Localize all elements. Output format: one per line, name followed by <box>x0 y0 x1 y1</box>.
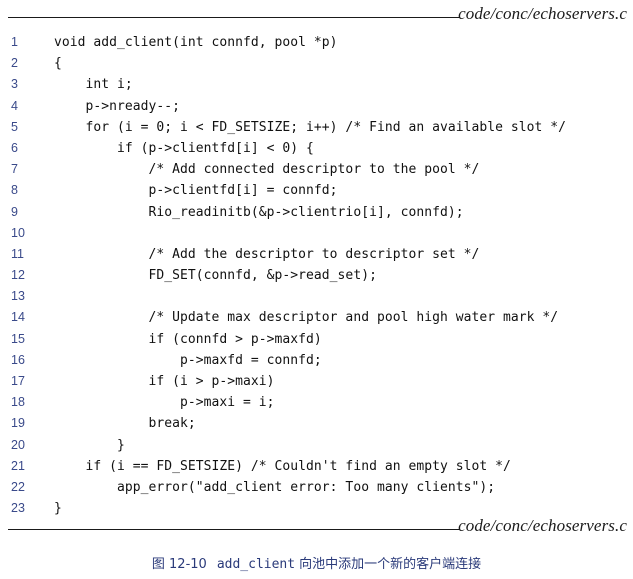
code-line: 4 p->nready--; <box>0 96 633 117</box>
code-text: { <box>54 56 62 72</box>
code-line: 19 break; <box>0 413 633 434</box>
code-line: 6 if (p->clientfd[i] < 0) { <box>0 138 633 159</box>
code-text: if (connfd > p->maxfd) <box>54 331 322 347</box>
code-text: /* Add the descriptor to descriptor set … <box>54 246 480 262</box>
line-number: 20 <box>11 437 25 452</box>
code-line: 2{ <box>0 53 633 74</box>
caption-function-name: add_client <box>216 557 296 572</box>
code-text: Rio_readinitb(&p->clientrio[i], connfd); <box>54 204 464 220</box>
code-text: } <box>54 437 125 453</box>
line-number: 6 <box>11 140 18 155</box>
code-text: if (i > p->maxi) <box>54 374 275 389</box>
code-text: /* Update max descriptor and pool high w… <box>54 310 559 326</box>
code-line: 13 <box>0 286 633 307</box>
figure-caption: 图 12-10 add_client 向池中添加一个新的客户端连接 <box>0 553 633 572</box>
line-number: 4 <box>11 98 18 113</box>
code-line: 9 Rio_readinitb(&p->clientrio[i], connfd… <box>0 202 633 223</box>
code-line: 11 /* Add the descriptor to descriptor s… <box>0 244 633 265</box>
code-line: 1 void add_client(int connfd, pool *p) <box>0 32 633 53</box>
code-text: FD_SET(connfd, &p->read_set); <box>54 268 377 284</box>
code-line: 7 /* Add connected descriptor to the poo… <box>0 159 633 180</box>
caption-description: 向池中添加一个新的客户端连接 <box>299 557 482 572</box>
line-number: 10 <box>11 225 25 240</box>
footer-rule <box>8 529 460 530</box>
line-number: 5 <box>11 119 18 134</box>
code-text: p->maxfd = connfd; <box>54 352 322 368</box>
footer-file-label: code/conc/echoservers.c <box>458 516 627 535</box>
line-number: 3 <box>11 77 18 92</box>
code-line: 15 if (connfd > p->maxfd) <box>0 329 633 350</box>
code-line: 17 if (i > p->maxi) <box>0 371 633 392</box>
code-text: for (i = 0; i < FD_SETSIZE; i++) /* Find… <box>54 119 566 135</box>
code-text: if (p->clientfd[i] < 0) { <box>54 140 314 156</box>
line-number: 8 <box>11 183 18 198</box>
code-text: } <box>54 501 62 517</box>
code-text: p->clientfd[i] = connfd; <box>54 183 338 199</box>
code-text: p->nready--; <box>54 98 181 114</box>
code-text: /* Add connected descriptor to the pool … <box>54 162 480 178</box>
code-line: 5 for (i = 0; i < FD_SETSIZE; i++) /* Fi… <box>0 117 633 138</box>
code-line: 21 if (i == FD_SETSIZE) /* Couldn't find… <box>0 456 633 477</box>
line-number: 15 <box>11 331 25 346</box>
line-number: 2 <box>11 56 18 71</box>
figure-number: 图 12-10 <box>151 557 207 572</box>
line-number: 23 <box>11 501 25 516</box>
line-number: 13 <box>11 289 25 304</box>
line-number: 21 <box>11 458 25 473</box>
code-text: app_error("add_client error: Too many cl… <box>54 479 496 495</box>
code-text: p->maxi = i; <box>54 395 275 411</box>
code-text: int i; <box>54 77 133 93</box>
line-number: 22 <box>11 479 25 494</box>
line-number: 9 <box>11 204 18 219</box>
code-line: 16 p->maxfd = connfd; <box>0 350 633 371</box>
line-number: 19 <box>11 416 25 431</box>
code-line: 22 app_error("add_client error: Too many… <box>0 477 633 498</box>
line-number: 16 <box>11 352 25 367</box>
line-number: 12 <box>11 268 25 283</box>
code-line: 10 <box>0 223 633 244</box>
code-listing: 1 void add_client(int connfd, pool *p) 2{3… <box>0 32 633 519</box>
code-line: 3 int i; <box>0 74 633 95</box>
code-line: 12 FD_SET(connfd, &p->read_set); <box>0 265 633 286</box>
line-number: 7 <box>11 162 18 177</box>
code-text: break; <box>54 416 196 432</box>
line-number: 17 <box>11 374 25 388</box>
line-number: 18 <box>11 395 25 410</box>
line-number: 1 <box>11 35 18 49</box>
line-number: 14 <box>11 310 25 325</box>
code-line: 18 p->maxi = i; <box>0 392 633 413</box>
code-line: 20 } <box>0 435 633 456</box>
code-text: if (i == FD_SETSIZE) /* Couldn't find an… <box>54 458 511 474</box>
header-rule <box>8 17 460 18</box>
header-file-label: code/conc/echoservers.c <box>458 4 627 23</box>
code-line: 8 p->clientfd[i] = connfd; <box>0 180 633 201</box>
code-line: 14 /* Update max descriptor and pool hig… <box>0 307 633 328</box>
code-text: void add_client(int connfd, pool *p) <box>54 35 338 50</box>
line-number: 11 <box>11 246 24 261</box>
